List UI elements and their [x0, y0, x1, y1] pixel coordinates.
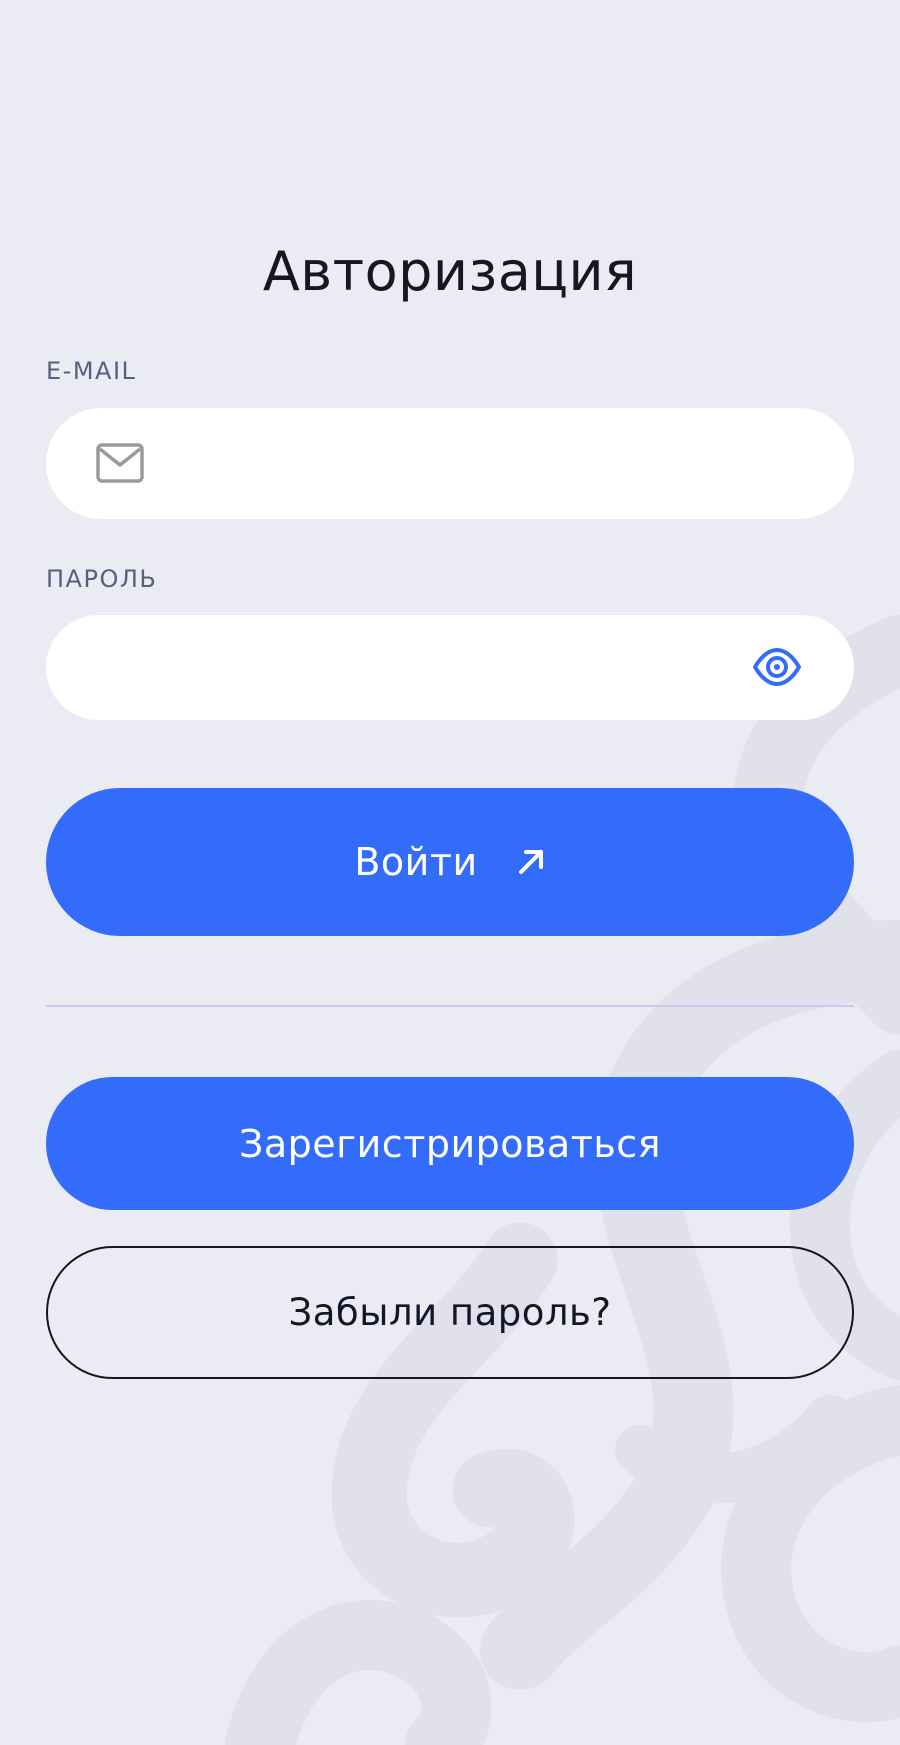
- email-field-container[interactable]: [46, 408, 854, 521]
- password-field-container[interactable]: [46, 615, 854, 722]
- password-label: ПАРОЛЬ: [46, 565, 158, 593]
- login-button[interactable]: Войти: [46, 788, 854, 936]
- auth-screen: Авторизация E-MAIL ПАРОЛЬ Войти Зарегист…: [0, 0, 900, 1745]
- register-button[interactable]: Зарегистрироваться: [46, 1077, 854, 1210]
- eye-icon[interactable]: [752, 645, 802, 689]
- forgot-password-button[interactable]: Забыли пароль?: [46, 1246, 854, 1379]
- password-input[interactable]: [96, 615, 760, 722]
- arrow-up-right-icon: [518, 850, 543, 874]
- email-input[interactable]: [176, 408, 810, 521]
- login-button-label: Войти: [354, 840, 478, 884]
- mail-icon: [96, 443, 144, 483]
- divider: [46, 1005, 854, 1007]
- page-title: Авторизация: [262, 240, 638, 303]
- forgot-password-label: Забыли пароль?: [288, 1291, 612, 1334]
- email-label: E-MAIL: [46, 357, 137, 385]
- register-button-label: Зарегистрироваться: [239, 1121, 661, 1166]
